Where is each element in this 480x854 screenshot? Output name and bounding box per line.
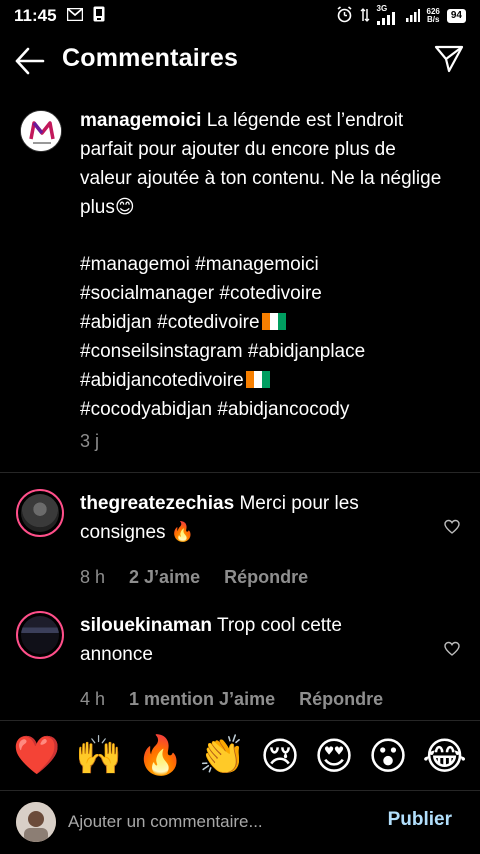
comment-input-bar: Publier — [0, 790, 480, 854]
tears-of-joy-emoji[interactable]: 😂 — [422, 734, 466, 778]
ivory-coast-flag-icon — [245, 368, 270, 388]
publish-button[interactable]: Publier — [388, 809, 452, 831]
gmail-icon — [66, 6, 83, 26]
ivory-coast-flag-icon — [261, 310, 286, 330]
comment-input[interactable] — [68, 807, 368, 837]
quick-emoji-bar: ❤️ 🙌 🔥 👏 😢 😍 😮 😂 — [0, 720, 480, 790]
heart-eyes-emoji[interactable]: 😍 — [314, 734, 354, 778]
caption-text: managemoici La légende est l’endroit par… — [80, 106, 450, 222]
header: Commentaires — [0, 38, 480, 84]
comment-text: silouekinaman Trop cool cette annonce — [80, 611, 420, 669]
clapping-hands-emoji[interactable]: 👏 — [198, 733, 245, 778]
user-avatar-icon — [16, 802, 56, 842]
likes-count[interactable]: 2 J’aime — [129, 567, 200, 588]
comment-text: thegreatezechias Merci pour les consigne… — [80, 489, 420, 547]
signal-bars-icon — [405, 8, 420, 25]
avatar[interactable] — [16, 802, 56, 842]
comment-item: thegreatezechias Merci pour les consigne… — [0, 489, 480, 599]
battery-indicator: 94 — [446, 9, 466, 23]
comment-username[interactable]: silouekinaman — [80, 615, 212, 636]
comment-meta: 8 h 2 J’aime Répondre — [80, 567, 308, 588]
hashtag-line[interactable]: #abidjancotedivoire — [80, 366, 460, 395]
managemoici-logo-icon — [21, 111, 61, 151]
signal-3g-icon: 3G — [376, 4, 399, 25]
hashtag-line[interactable]: #conseilsinstagram #abidjanplace — [80, 337, 460, 366]
comment-timestamp: 4 h — [80, 689, 106, 709]
comment-item: silouekinaman Trop cool cette annonce 4 … — [0, 611, 480, 721]
network-type-label: 3G — [376, 4, 388, 13]
like-heart-icon[interactable] — [444, 519, 460, 535]
like-heart-icon[interactable] — [444, 641, 460, 657]
raising-hands-emoji[interactable]: 🙌 — [75, 733, 122, 778]
red-heart-emoji[interactable]: ❤️ — [13, 733, 60, 778]
likes-count[interactable]: 1 mention J’aime — [129, 689, 275, 710]
avatar[interactable] — [20, 110, 62, 152]
comment-meta: 4 h 1 mention J’aime Répondre — [80, 689, 383, 710]
hashtag-line[interactable]: #cocodyabidjan #abidjancocody — [80, 395, 460, 424]
caption-hashtags: #managemoi #managemoici #socialmanager #… — [80, 250, 460, 424]
net-speed: 626 B/s — [426, 7, 440, 24]
comment-timestamp: 8 h — [80, 567, 106, 587]
crying-face-emoji[interactable]: 😢 — [260, 734, 300, 778]
caption-username[interactable]: managemoici — [80, 110, 201, 131]
status-time: 11:45 — [14, 6, 57, 25]
notification-icon — [93, 6, 105, 27]
reply-button[interactable]: Répondre — [299, 689, 383, 710]
reply-button[interactable]: Répondre — [224, 567, 308, 588]
alarm-icon — [336, 6, 353, 26]
caption-timestamp: 3 j — [80, 431, 100, 451]
avatar[interactable] — [16, 611, 64, 659]
divider — [0, 472, 480, 473]
data-transfer-icon — [360, 7, 370, 26]
back-arrow-icon[interactable] — [14, 46, 46, 76]
fire-emoji[interactable]: 🔥 — [137, 733, 184, 778]
comment-username[interactable]: thegreatezechias — [80, 493, 234, 514]
hashtag-line[interactable]: #socialmanager #cotedivoire — [80, 279, 460, 308]
send-direct-icon[interactable] — [434, 44, 464, 74]
avatar[interactable] — [16, 489, 64, 537]
status-bar: 11:45 3G 626 B/s 94 — [0, 0, 480, 32]
hashtag-line[interactable]: #abidjan #cotedivoire — [80, 308, 460, 337]
page-title: Commentaires — [62, 44, 239, 72]
surprised-face-emoji[interactable]: 😮 — [368, 734, 408, 778]
hashtag-line[interactable]: #managemoi #managemoici — [80, 250, 460, 279]
